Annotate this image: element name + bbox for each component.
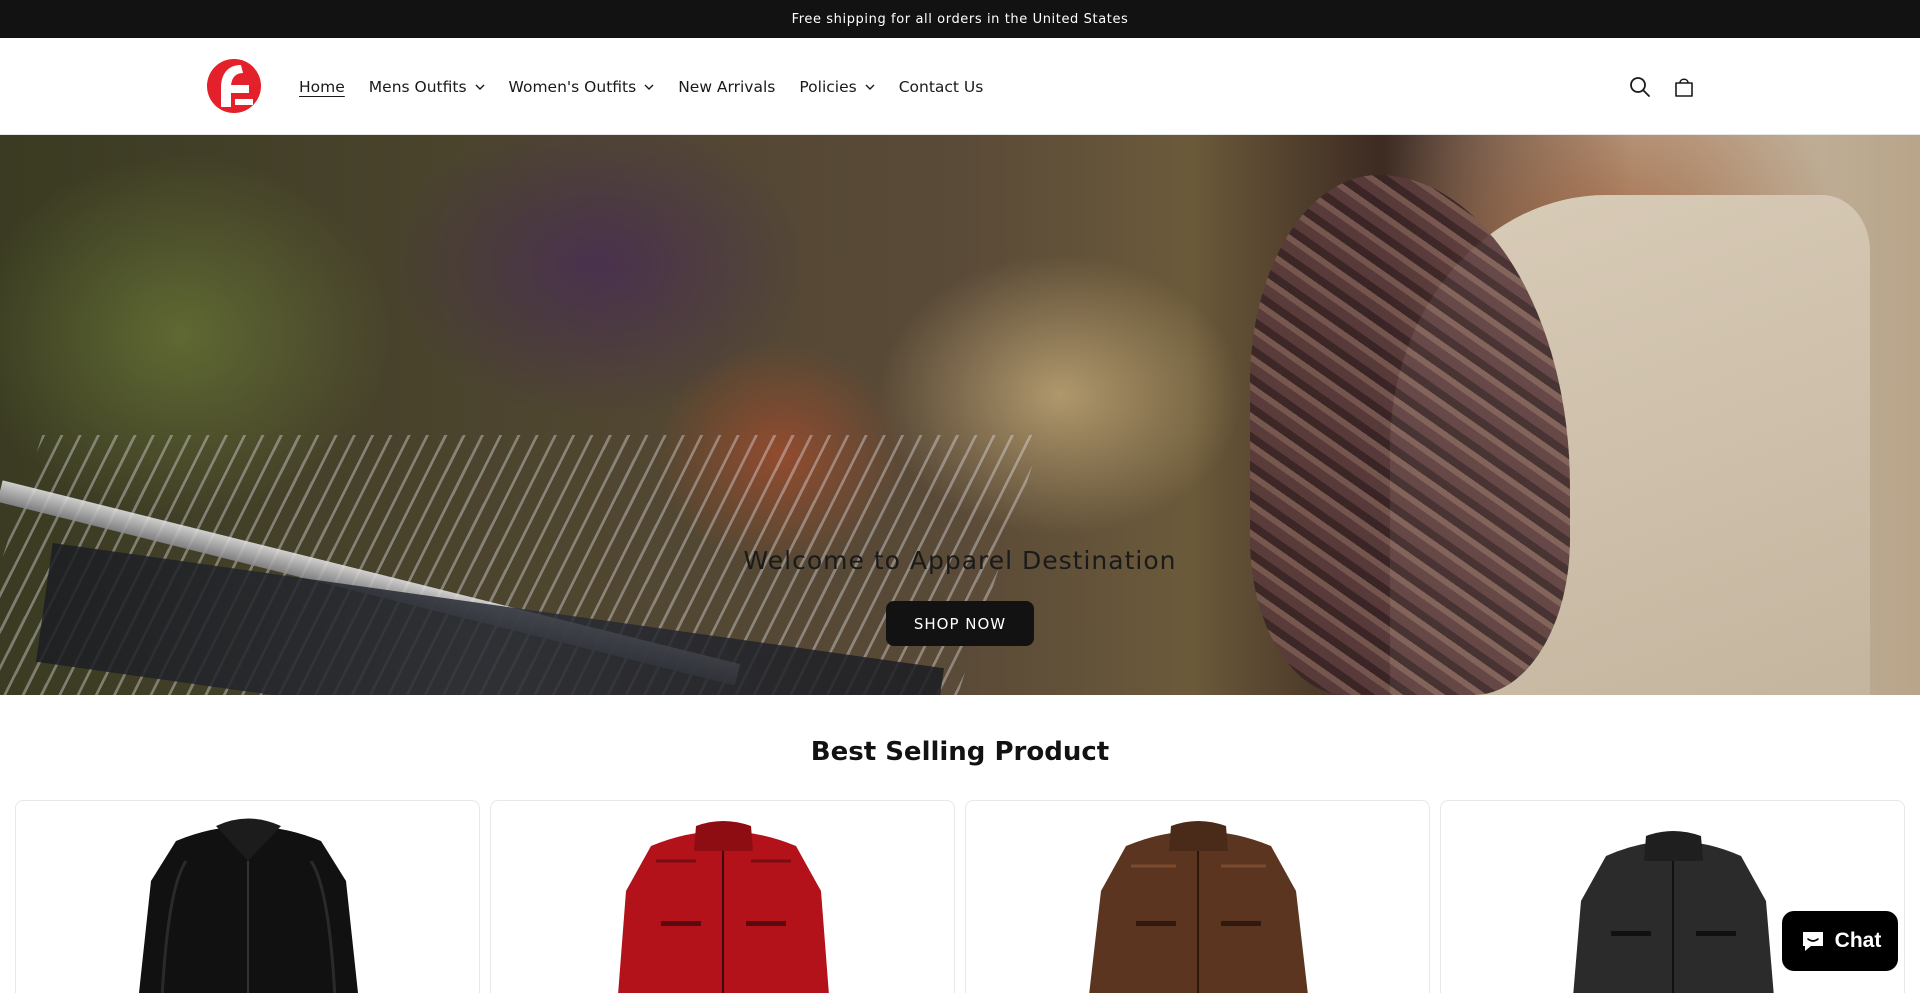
product-card[interactable] [15,800,480,993]
shop-now-button[interactable]: SHOP NOW [886,601,1034,646]
best-selling-title: Best Selling Product [810,737,1110,767]
announcement-bar: Free shipping for all orders in the Unit… [0,0,1920,38]
search-icon [1630,76,1650,97]
product-grid [15,800,1905,993]
chat-bubble-icon [1802,932,1823,951]
search-button[interactable] [1618,65,1662,109]
black-leather-jacket-image [139,818,358,993]
cart-icon [1675,77,1693,97]
nav-womens-outfits-label: Women's Outfits [508,77,637,96]
nav-policies-label: Policies [799,77,857,96]
apparel-destination-logo[interactable] [205,55,263,117]
nav-mens-outfits[interactable]: Mens Outfits [369,78,485,96]
nav-policies[interactable]: Policies [799,77,875,96]
hero-title: Welcome to Apparel Destination [743,546,1177,575]
nav-home[interactable]: Home [299,78,345,96]
red-leather-jacket-image [618,821,829,993]
nav-new-arrivals-label: New Arrivals [678,77,776,96]
header-actions [1618,38,1706,135]
chevron-down-icon [865,84,875,90]
nav-mens-outfits-label: Mens Outfits [368,77,467,96]
announcement-text: Free shipping for all orders in the Unit… [791,11,1129,27]
nav-womens-outfits[interactable]: Women's Outfits [509,78,655,96]
nav-contact-us-label: Contact Us [898,77,984,96]
brown-leather-jacket-image [1089,821,1308,993]
chat-label: Chat [1834,929,1882,952]
chevron-down-icon [644,84,654,90]
main-nav: Home Mens Outfits Women's Outfits New Ar… [299,38,1007,135]
nav-home-label: Home [299,77,345,96]
chat-button[interactable]: Chat [1782,911,1898,971]
product-card[interactable] [965,800,1430,993]
cart-button[interactable] [1662,65,1706,109]
chevron-down-icon [475,84,485,90]
product-card[interactable] [490,800,955,993]
nav-contact-us[interactable]: Contact Us [899,78,984,96]
site-header: Home Mens Outfits Women's Outfits New Ar… [0,38,1920,135]
nav-new-arrivals[interactable]: New Arrivals [678,78,775,96]
